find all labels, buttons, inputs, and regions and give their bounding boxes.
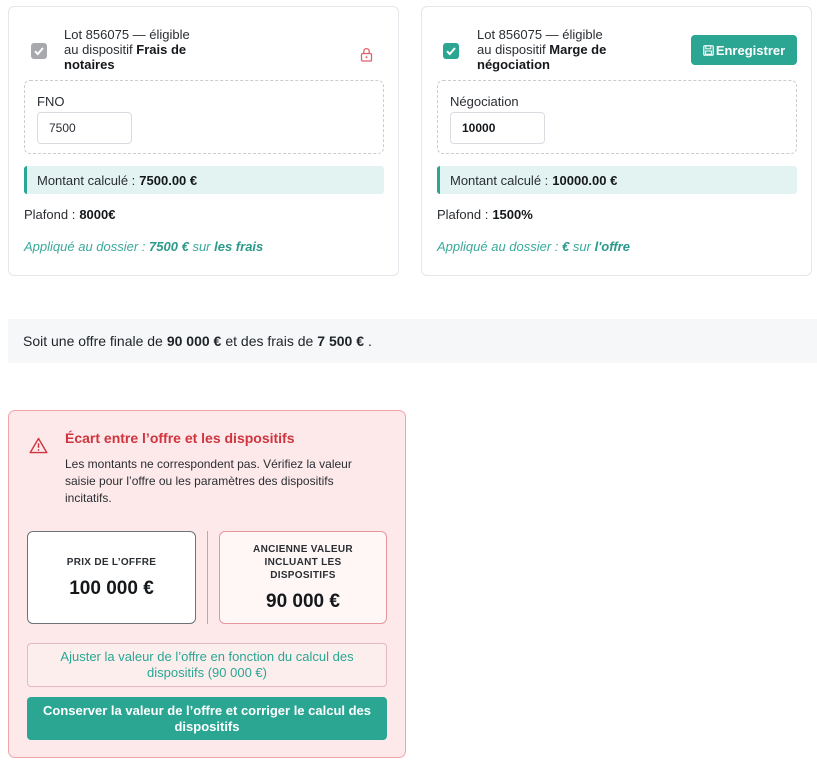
applique-prefix: Appliqué au dossier : bbox=[437, 239, 559, 254]
dispositif-card-frais-notaires: Lot 856075 — éligible au dispositif Frai… bbox=[8, 6, 399, 276]
fno-field-group: FNO 7500 bbox=[24, 80, 384, 154]
alert-description: Les montants ne correspondent pas. Vérif… bbox=[65, 457, 352, 505]
plafond-value: 1500% bbox=[492, 207, 533, 222]
fno-label: FNO bbox=[37, 94, 65, 109]
save-label: Enregistrer bbox=[715, 42, 786, 58]
applique-target: l'offre bbox=[594, 239, 630, 254]
plafond: Plafond :8000€ bbox=[24, 207, 115, 222]
offer-price-box: PRIX DE L’OFFRE 100 000 € bbox=[27, 531, 196, 624]
applique-prefix: Appliqué au dossier : bbox=[24, 239, 146, 254]
summary-end: . bbox=[368, 333, 372, 349]
plafond-value: 8000€ bbox=[79, 207, 116, 222]
montant-calcule: Montant calculé : 7500.00 € bbox=[24, 166, 384, 194]
dispositif-checkbox-frais-notaires[interactable] bbox=[31, 43, 47, 59]
check-icon bbox=[34, 47, 44, 56]
negociation-label: Négociation bbox=[450, 94, 519, 109]
summary-part1: Soit une offre finale de bbox=[23, 333, 163, 349]
keep-offer-button[interactable]: Conserver la valeur de l’offre et corrig… bbox=[27, 697, 387, 740]
montant-value: 7500.00 € bbox=[139, 172, 198, 188]
offer-summary: Soit une offre finale de 90 000 € et des… bbox=[8, 319, 817, 363]
old-value-value: 90 000 € bbox=[266, 590, 340, 612]
summary-offer: 90 000 € bbox=[166, 333, 222, 349]
save-button[interactable]: Enregistrer bbox=[691, 35, 797, 65]
offer-price-value: 100 000 € bbox=[69, 577, 154, 599]
boxes-divider bbox=[207, 531, 208, 624]
montant-label: Montant calculé : bbox=[450, 172, 549, 188]
lot-eligibility-text: Lot 856075 — éligible au dispositif Frai… bbox=[64, 27, 204, 72]
check-icon bbox=[446, 47, 456, 56]
applique-au-dossier: Appliqué au dossier : 7500 € sur les fra… bbox=[24, 239, 263, 254]
montant-calcule: Montant calculé : 10000.00 € bbox=[437, 166, 797, 194]
lot-eligibility-text: Lot 856075 — éligible au dispositif Marg… bbox=[477, 27, 617, 72]
montant-value: 10000.00 € bbox=[552, 172, 618, 188]
fno-input[interactable]: 7500 bbox=[37, 112, 132, 144]
applique-amount: € bbox=[562, 239, 570, 254]
old-value-box: ANCIENNE VALEUR INCLUANT LES DISPOSITIFS… bbox=[219, 531, 387, 624]
offer-mismatch-alert: Écart entre l’offre et les dispositifs L… bbox=[8, 410, 406, 758]
negociation-field-group: Négociation 10000 bbox=[437, 80, 797, 154]
applique-target: les frais bbox=[214, 239, 264, 254]
lock-icon bbox=[360, 47, 373, 65]
alert-title: Écart entre l’offre et les dispositifs bbox=[65, 430, 295, 446]
save-icon bbox=[703, 45, 714, 56]
plafond-label: Plafond : bbox=[437, 207, 489, 222]
plafond-label: Plafond : bbox=[24, 207, 76, 222]
offer-price-caption: PRIX DE L’OFFRE bbox=[66, 556, 157, 568]
dispositif-card-marge-negociation: Lot 856075 — éligible au dispositif Marg… bbox=[421, 6, 812, 276]
warning-icon bbox=[29, 437, 48, 457]
dispositif-checkbox-marge-negociation[interactable] bbox=[443, 43, 459, 59]
adjust-offer-button[interactable]: Ajuster la valeur de l’offre en fonction… bbox=[27, 643, 387, 687]
applique-mid: sur bbox=[572, 239, 591, 254]
montant-label: Montant calculé : bbox=[37, 172, 136, 188]
negociation-input[interactable]: 10000 bbox=[450, 112, 545, 144]
applique-amount: 7500 € bbox=[149, 239, 189, 254]
applique-au-dossier: Appliqué au dossier : € sur l'offre bbox=[437, 239, 630, 254]
summary-fees: 7 500 € bbox=[317, 333, 364, 349]
old-value-caption: ANCIENNE VALEUR INCLUANT LES DISPOSITIFS bbox=[253, 543, 353, 581]
plafond: Plafond :1500% bbox=[437, 207, 533, 222]
applique-mid: sur bbox=[192, 239, 211, 254]
summary-part2: et des frais de bbox=[225, 333, 314, 349]
